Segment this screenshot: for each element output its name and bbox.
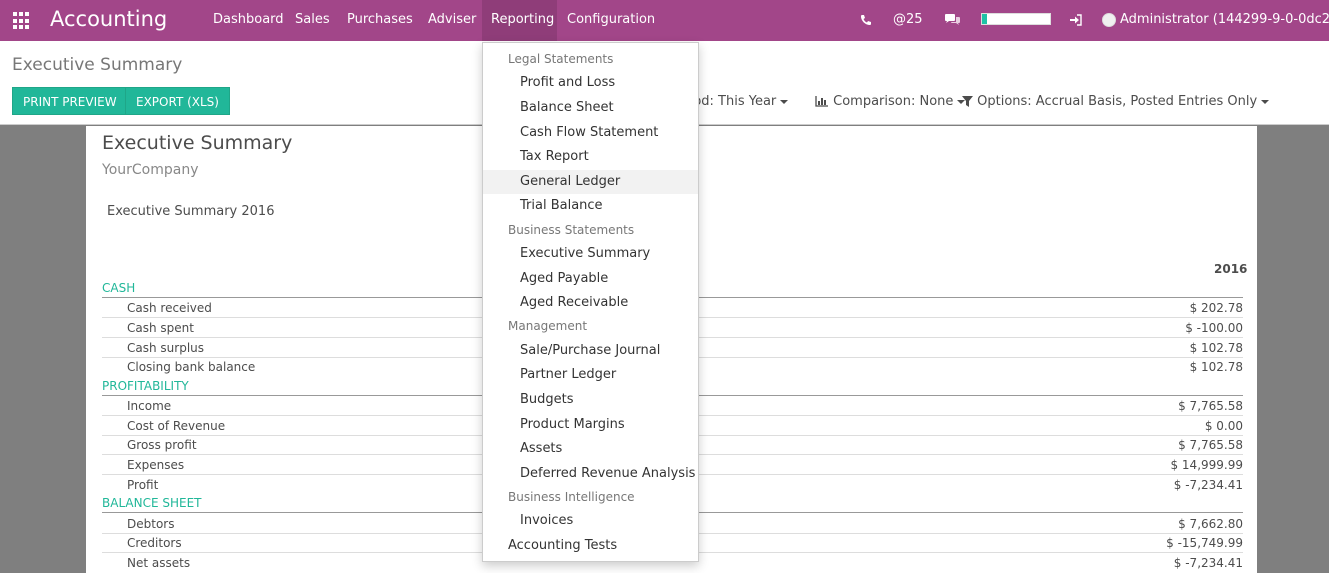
row-value[interactable]: $ 202.78: [1190, 301, 1243, 315]
row-label: Cash surplus: [127, 341, 205, 355]
breadcrumb: Executive Summary: [12, 55, 183, 75]
row-value[interactable]: $ 7,765.58: [1178, 399, 1243, 413]
nav-reporting[interactable]: Reporting: [482, 0, 557, 41]
row-label: Closing bank balance: [127, 360, 256, 374]
row-label: Net assets: [127, 556, 191, 570]
row-value[interactable]: $ 102.78: [1190, 341, 1243, 355]
menu-header-business-intelligence: Business Intelligence: [508, 490, 635, 504]
menu-item-balance-sheet[interactable]: Balance Sheet: [483, 96, 698, 120]
row-label: Debtors: [127, 517, 175, 531]
nav-sales[interactable]: Sales: [295, 0, 330, 41]
funnel-icon: [962, 96, 973, 107]
menu-item-accounting-tests[interactable]: Accounting Tests: [483, 534, 698, 558]
row-value[interactable]: $ -100.00: [1185, 321, 1243, 335]
user-menu[interactable]: Administrator (144299-9-0-0dc2d9-all): [1120, 0, 1329, 41]
menu-item-partner-ledger[interactable]: Partner Ledger: [483, 363, 698, 387]
top-navbar: Accounting Dashboard Sales Purchases Adv…: [0, 0, 1329, 41]
options-filter-label: Options: Accrual Basis, Posted Entries O…: [977, 94, 1258, 109]
mentions-counter[interactable]: @25: [893, 0, 923, 41]
menu-item-tax-report[interactable]: Tax Report: [483, 145, 698, 169]
row-label: Gross profit: [127, 438, 197, 452]
reporting-dropdown-menu: Legal Statements Profit and Loss Balance…: [482, 42, 699, 562]
bar-chart-icon: [815, 96, 828, 107]
row-label: Cash received: [127, 301, 212, 315]
menu-item-product-margins[interactable]: Product Margins: [483, 413, 698, 437]
menu-item-aged-receivable[interactable]: Aged Receivable: [483, 291, 698, 315]
menu-item-cash-flow-statement[interactable]: Cash Flow Statement: [483, 121, 698, 145]
row-value[interactable]: $ -7,234.41: [1174, 478, 1243, 492]
menu-item-trial-balance[interactable]: Trial Balance: [483, 194, 698, 218]
apps-grid-icon[interactable]: [13, 12, 31, 30]
row-value[interactable]: $ 102.78: [1190, 360, 1243, 374]
chevron-down-icon: [1261, 99, 1270, 104]
comparison-filter[interactable]: Comparison: None: [815, 94, 966, 109]
chevron-down-icon: [780, 99, 789, 104]
menu-item-profit-and-loss[interactable]: Profit and Loss: [483, 71, 698, 95]
row-label: Expenses: [127, 458, 185, 472]
print-preview-button[interactable]: PRINT PREVIEW: [12, 87, 128, 115]
menu-header-management: Management: [508, 319, 588, 333]
progress-bar: [981, 13, 1051, 25]
options-filter[interactable]: Options: Accrual Basis, Posted Entries O…: [962, 94, 1270, 109]
row-value[interactable]: $ -15,749.99: [1166, 536, 1243, 550]
section-balance-sheet[interactable]: BALANCE SHEET: [102, 496, 202, 510]
row-label: Creditors: [127, 536, 182, 550]
section-profitability[interactable]: PROFITABILITY: [102, 379, 189, 393]
row-value[interactable]: $ 7,765.58: [1178, 438, 1243, 452]
row-label: Cash spent: [127, 321, 194, 335]
sign-in-icon[interactable]: [1069, 0, 1082, 41]
chat-bubbles-icon[interactable]: [944, 0, 961, 41]
menu-item-general-ledger[interactable]: General Ledger: [483, 170, 698, 194]
report-title: Executive Summary: [102, 132, 293, 154]
row-value[interactable]: $ 0.00: [1205, 419, 1243, 433]
menu-item-assets[interactable]: Assets: [483, 437, 698, 461]
section-cash[interactable]: CASH: [102, 281, 135, 295]
menu-item-budgets[interactable]: Budgets: [483, 388, 698, 412]
row-value[interactable]: $ 14,999.99: [1170, 458, 1243, 472]
menu-header-business-statements: Business Statements: [508, 223, 635, 237]
menu-item-sale-purchase-journal[interactable]: Sale/Purchase Journal: [483, 339, 698, 363]
report-subtitle: Executive Summary 2016: [107, 204, 275, 219]
report-company: YourCompany: [102, 162, 199, 178]
export-xls-button[interactable]: EXPORT (XLS): [125, 87, 230, 115]
menu-item-deferred-revenue-analysis[interactable]: Deferred Revenue Analysis: [483, 462, 698, 486]
menu-item-executive-summary[interactable]: Executive Summary: [483, 242, 698, 266]
row-value[interactable]: $ -7,234.41: [1174, 556, 1243, 570]
row-label: Cost of Revenue: [127, 419, 226, 433]
nav-configuration[interactable]: Configuration: [567, 0, 655, 41]
menu-header-legal-statements: Legal Statements: [508, 52, 614, 66]
progress-fill: [982, 14, 988, 24]
column-header-year: 2016: [1214, 262, 1248, 276]
row-value[interactable]: $ 7,662.80: [1178, 517, 1243, 531]
row-label: Income: [127, 399, 172, 413]
nav-purchases[interactable]: Purchases: [347, 0, 413, 41]
menu-item-aged-payable[interactable]: Aged Payable: [483, 267, 698, 291]
nav-dashboard[interactable]: Dashboard: [213, 0, 284, 41]
menu-item-invoices[interactable]: Invoices: [483, 509, 698, 533]
phone-icon[interactable]: [860, 0, 872, 41]
app-title: Accounting: [50, 7, 168, 31]
user-avatar[interactable]: [1102, 13, 1116, 27]
comparison-filter-label: Comparison: None: [833, 94, 954, 109]
row-label: Profit: [127, 478, 159, 492]
nav-adviser[interactable]: Adviser: [428, 0, 476, 41]
